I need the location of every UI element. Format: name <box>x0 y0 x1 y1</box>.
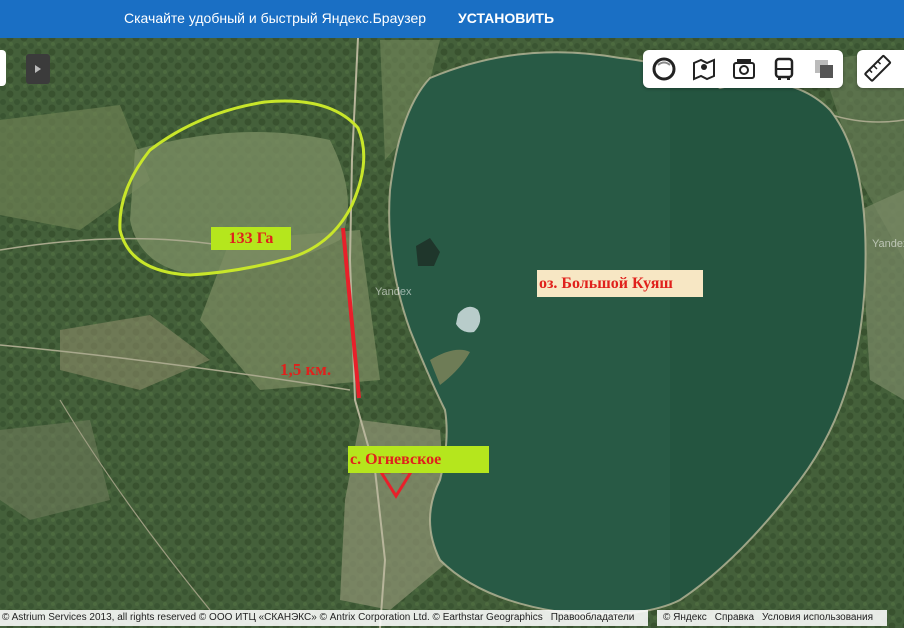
left-panel-toggle[interactable] <box>0 50 6 86</box>
distance-label: 1,5 км. <box>280 360 332 379</box>
satellite-map[interactable]: 133 Га оз. Большой Куяш 1,5 км. с. Огнев… <box>0 38 904 628</box>
install-browser-button[interactable]: УСТАНОВИТЬ <box>458 10 554 26</box>
village-label: с. Огневское <box>348 446 489 473</box>
yandex-watermark: Yandex <box>375 286 412 298</box>
map-layers-toolbar <box>643 50 843 88</box>
play-icon[interactable] <box>26 54 50 84</box>
panorama-camera-icon[interactable] <box>729 54 759 84</box>
map-icon[interactable] <box>689 54 719 84</box>
ruler-icon[interactable] <box>857 50 904 88</box>
map-attribution: © Astrium Services 2013, all rights rese… <box>0 610 649 626</box>
browser-promo-bar: Скачайте удобный и быстрый Яндекс.Браузе… <box>0 0 904 38</box>
promo-message: Скачайте удобный и быстрый Яндекс.Браузе… <box>124 10 427 26</box>
help-link[interactable]: Справка <box>715 612 754 623</box>
lake-label: оз. Большой Куяш <box>537 270 703 297</box>
attribution-text: © Astrium Services 2013, all rights rese… <box>2 612 543 623</box>
yandex-watermark: Yandex <box>872 238 904 250</box>
map-imagery <box>0 38 904 628</box>
yandex-footer: © Яндекс Справка Условия использования <box>657 610 887 626</box>
transport-bus-icon[interactable] <box>769 54 799 84</box>
rights-holders-link[interactable]: Правообладатели <box>551 612 635 623</box>
area-label: 133 Га <box>211 227 291 250</box>
yandex-copyright: © Яндекс <box>663 612 707 623</box>
layers-icon[interactable] <box>649 54 679 84</box>
overlay-icon[interactable] <box>809 54 839 84</box>
terms-link[interactable]: Условия использования <box>762 612 873 623</box>
